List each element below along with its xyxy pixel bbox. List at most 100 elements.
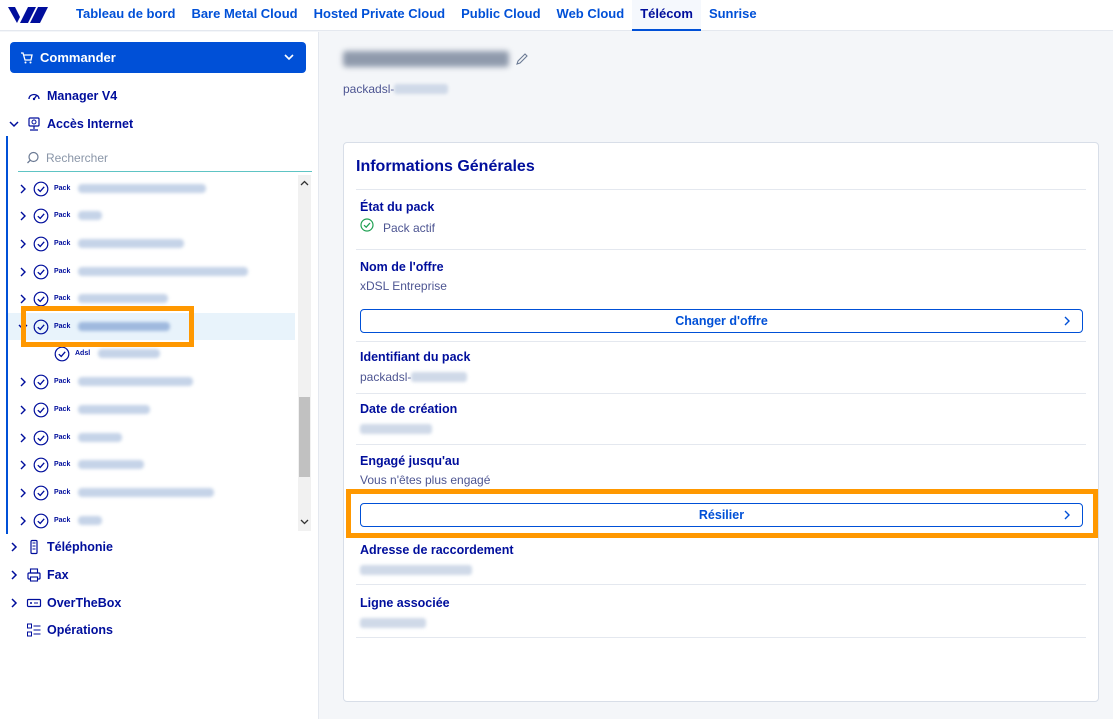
chevron-right-icon (20, 239, 26, 248)
pack-state-text: Pack actif (383, 221, 436, 235)
sidebar-item-label: Téléphonie (47, 540, 113, 554)
pack-id-prefix: packadsl- (360, 370, 412, 384)
sidebar-item-label: OverTheBox (47, 596, 122, 610)
check-circle-icon (33, 181, 49, 196)
chevron-right-icon (1064, 510, 1070, 520)
redacted-line (360, 618, 426, 628)
redacted-name (78, 460, 145, 469)
redacted-name (78, 239, 185, 248)
box-icon (26, 598, 42, 608)
chevron-up-icon[interactable] (300, 179, 309, 188)
list-item[interactable]: Pack (8, 424, 295, 451)
redacted-name (78, 433, 123, 442)
scrollbar-thumb[interactable] (299, 397, 310, 477)
tab-web-cloud[interactable]: Web Cloud (549, 0, 633, 31)
pack-tag: Pack (54, 378, 71, 385)
cart-icon (21, 51, 33, 63)
tab-sunrise[interactable]: Sunrise (701, 0, 765, 31)
line-value (360, 618, 426, 628)
service-name: packadsl- (343, 82, 449, 96)
page-title (343, 51, 509, 67)
tab-hosted-private-cloud[interactable]: Hosted Private Cloud (306, 0, 453, 31)
redacted-id (394, 84, 449, 94)
pack-id-label: Identifiant du pack (360, 350, 471, 364)
tab-telecom[interactable]: Télécom (632, 0, 701, 31)
redacted-name (78, 488, 215, 497)
chevron-right-icon (1064, 316, 1070, 326)
list-item[interactable]: Pack (8, 175, 295, 202)
sidebar-item-label: Fax (47, 568, 69, 582)
check-circle-icon (360, 218, 374, 232)
divider (356, 249, 1086, 250)
offer-name-label: Nom de l'offre (360, 260, 444, 274)
chevron-down-icon (18, 324, 28, 330)
engaged-label: Engagé jusqu'au (360, 454, 460, 468)
sidebar-item-acces-internet[interactable]: Accès Internet (8, 113, 133, 135)
chevron-right-icon (20, 211, 26, 220)
list-item[interactable]: Pack (8, 451, 295, 478)
sidebar-item-fax[interactable]: Fax (8, 564, 69, 586)
redacted-name (78, 184, 207, 193)
sidebar-item-label: Opérations (47, 623, 113, 637)
pack-tag: Pack (54, 406, 71, 413)
change-offer-button[interactable]: Changer d'offre (360, 309, 1083, 333)
internet-access-icon (28, 117, 40, 131)
sidebar-item-label: Manager V4 (47, 89, 118, 103)
redacted-name (78, 211, 103, 220)
engaged-value: Vous n'êtes plus engagé (360, 473, 491, 487)
chevron-right-icon (11, 542, 18, 552)
pack-tag: Pack (54, 323, 71, 330)
chevron-right-icon (11, 598, 18, 608)
check-circle-icon (54, 346, 70, 361)
list-item[interactable]: Pack (8, 396, 295, 423)
sidebar-item-manager-v4[interactable]: Manager V4 (8, 85, 117, 107)
list-item[interactable]: Pack (8, 230, 295, 257)
list-item-child[interactable]: Adsl (8, 340, 295, 367)
pack-tag: Pack (54, 268, 71, 275)
general-info-card: Informations Générales État du pack Pack… (343, 142, 1099, 702)
divider (356, 637, 1086, 638)
tab-tableau-de-bord[interactable]: Tableau de bord (68, 0, 183, 31)
redacted-id (411, 372, 468, 382)
address-value (360, 565, 472, 575)
list-item[interactable]: Pack (8, 368, 295, 395)
check-circle-icon (33, 513, 49, 528)
pack-tag: Pack (54, 212, 71, 219)
tree-scrollbar[interactable] (298, 175, 311, 531)
pack-tag: Pack (54, 185, 71, 192)
list-item[interactable]: Pack (8, 507, 295, 531)
pack-tag: Pack (54, 434, 71, 441)
list-item[interactable]: Pack (8, 479, 295, 506)
list-item[interactable]: Pack (8, 285, 295, 312)
chevron-down-icon[interactable] (300, 517, 309, 526)
list-item-selected[interactable]: Pack (8, 313, 295, 340)
check-circle-icon (33, 291, 49, 306)
terminate-button[interactable]: Résilier (360, 503, 1083, 527)
pack-id-value: packadsl- (360, 370, 468, 384)
redacted-name (78, 267, 249, 276)
change-offer-label: Changer d'offre (675, 314, 768, 328)
order-button[interactable]: Commander (10, 42, 306, 73)
redacted-date (360, 424, 432, 434)
sidebar-item-operations[interactable]: Opérations (8, 619, 113, 641)
sidebar-item-telephonie[interactable]: Téléphonie (8, 536, 113, 558)
creation-date-value (360, 424, 432, 434)
check-circle-icon (33, 485, 49, 500)
card-title: Informations Générales (356, 158, 535, 175)
sidebar-item-overthebox[interactable]: OverTheBox (8, 592, 121, 614)
ovh-logo[interactable] (6, 5, 50, 25)
chevron-right-icon (20, 488, 26, 497)
tab-public-cloud[interactable]: Public Cloud (453, 0, 548, 31)
tab-bare-metal-cloud[interactable]: Bare Metal Cloud (183, 0, 305, 31)
list-item[interactable]: Pack (8, 202, 295, 229)
phone-icon (30, 539, 38, 555)
list-item[interactable]: Pack (8, 258, 295, 285)
pencil-icon[interactable] (515, 52, 529, 66)
terminate-label: Résilier (698, 508, 745, 522)
check-circle-icon (33, 430, 49, 445)
pack-tag: Pack (54, 489, 71, 496)
check-circle-icon (33, 319, 49, 334)
search-input[interactable]: Rechercher (18, 144, 312, 172)
search-placeholder: Rechercher (46, 150, 109, 165)
divider (356, 393, 1086, 394)
